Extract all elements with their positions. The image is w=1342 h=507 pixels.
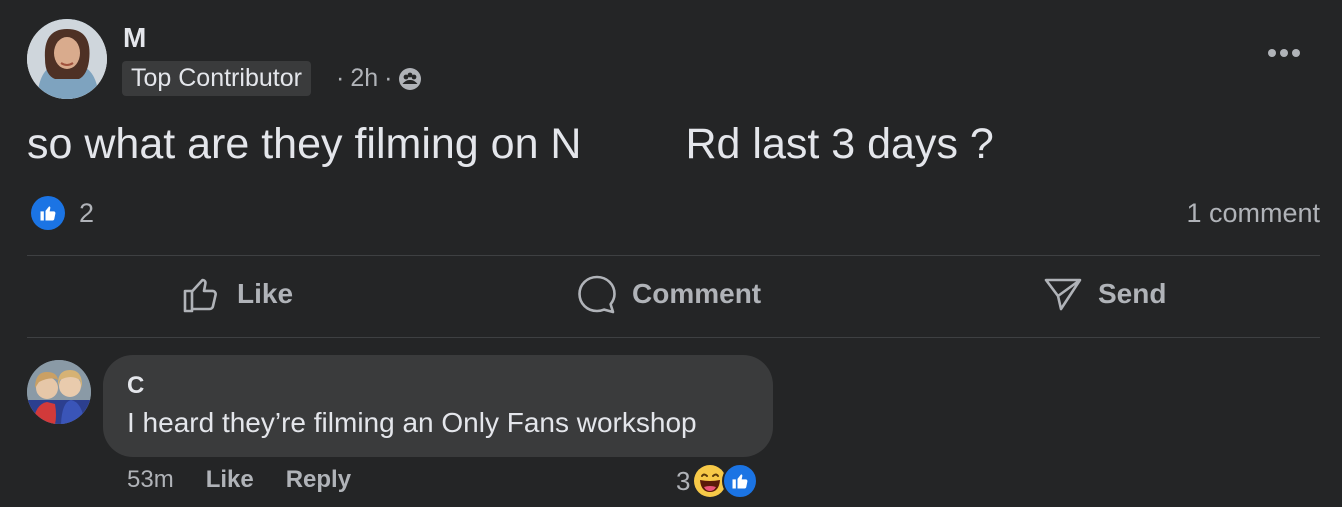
post-meta: · 2h · [336, 64, 422, 93]
speech-bubble-icon [578, 275, 616, 314]
send-button[interactable]: Send [1042, 273, 1166, 315]
comment-text: I heard they’re filming an Only Fans wor… [127, 407, 697, 438]
separator: · [336, 64, 345, 92]
comment-actions: 53m Like Reply [127, 466, 351, 494]
post-text-part-2: Rd last 3 days ? [685, 120, 994, 168]
group-icon[interactable] [398, 67, 422, 91]
send-label: Send [1098, 278, 1167, 309]
post-time[interactable]: 2h [350, 64, 378, 93]
reaction-count: 2 [79, 197, 95, 228]
comment-reply-button[interactable]: Reply [286, 466, 351, 494]
reaction-summary[interactable]: 2 [31, 196, 94, 230]
author-name[interactable]: M [123, 22, 146, 54]
comment-time[interactable]: 53m [127, 466, 174, 494]
comment-count-link[interactable]: 1 comment [1186, 198, 1320, 229]
thumbs-up-icon [183, 278, 217, 313]
comment-bubble: C I heard they’re filming an Only Fans w… [103, 355, 773, 457]
comment-author[interactable]: C [127, 371, 749, 401]
comment-reactions[interactable]: 3 [676, 463, 759, 499]
post-text-part-1: so what are they filming on N [27, 120, 582, 168]
dot-icon [1292, 49, 1300, 57]
comment-button[interactable]: Comment [576, 273, 761, 315]
like-label: Like [237, 278, 294, 309]
like-reaction-icon [31, 196, 65, 230]
dot-icon [1268, 49, 1276, 57]
post-card: M Top Contributor · 2h · so what are the… [0, 0, 1342, 507]
top-contributor-badge[interactable]: Top Contributor [122, 61, 311, 96]
commenter-avatar[interactable] [27, 360, 91, 424]
post-text: so what are they filming on N Rd last 3 d… [27, 120, 994, 169]
more-options-button[interactable] [1264, 38, 1304, 68]
comment-label: Comment [632, 278, 762, 309]
separator: · [384, 64, 393, 92]
divider [27, 255, 1320, 256]
like-reaction-icon [722, 463, 759, 499]
comment-like-button[interactable]: Like [206, 466, 254, 494]
send-icon [1044, 278, 1082, 311]
author-avatar[interactable] [27, 19, 107, 99]
comment-reaction-count: 3 [676, 465, 691, 496]
divider [27, 337, 1320, 338]
like-button[interactable]: Like [181, 273, 293, 315]
dot-icon [1280, 49, 1288, 57]
